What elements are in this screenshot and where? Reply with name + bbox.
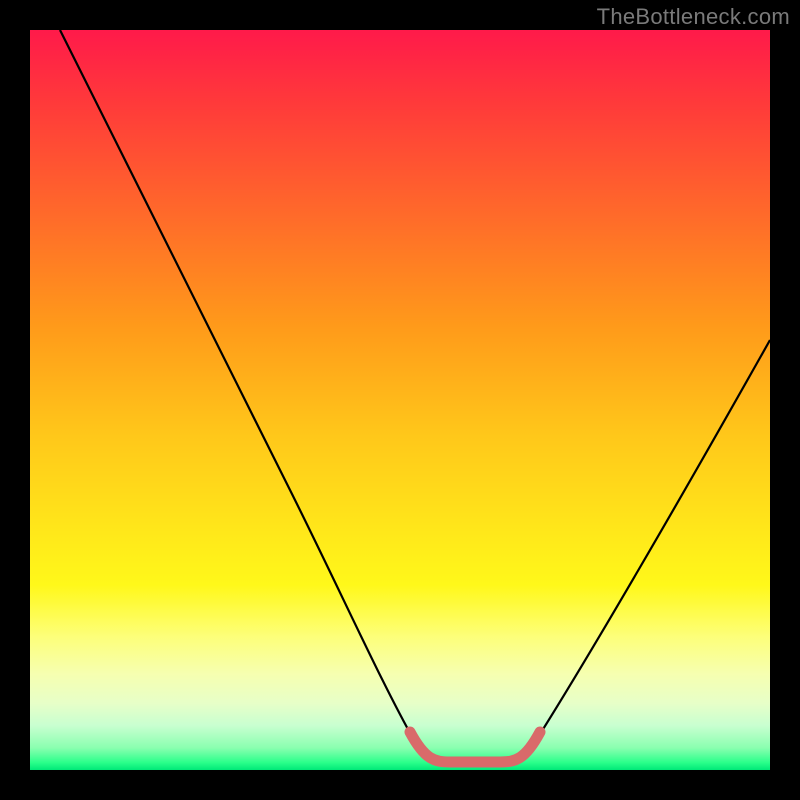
watermark-text: TheBottleneck.com — [597, 4, 790, 30]
bottleneck-curve — [60, 30, 770, 760]
optimal-zone-highlight — [410, 732, 540, 762]
gradient-plot-area — [30, 30, 770, 770]
chart-frame: TheBottleneck.com — [0, 0, 800, 800]
curve-layer — [30, 30, 770, 770]
